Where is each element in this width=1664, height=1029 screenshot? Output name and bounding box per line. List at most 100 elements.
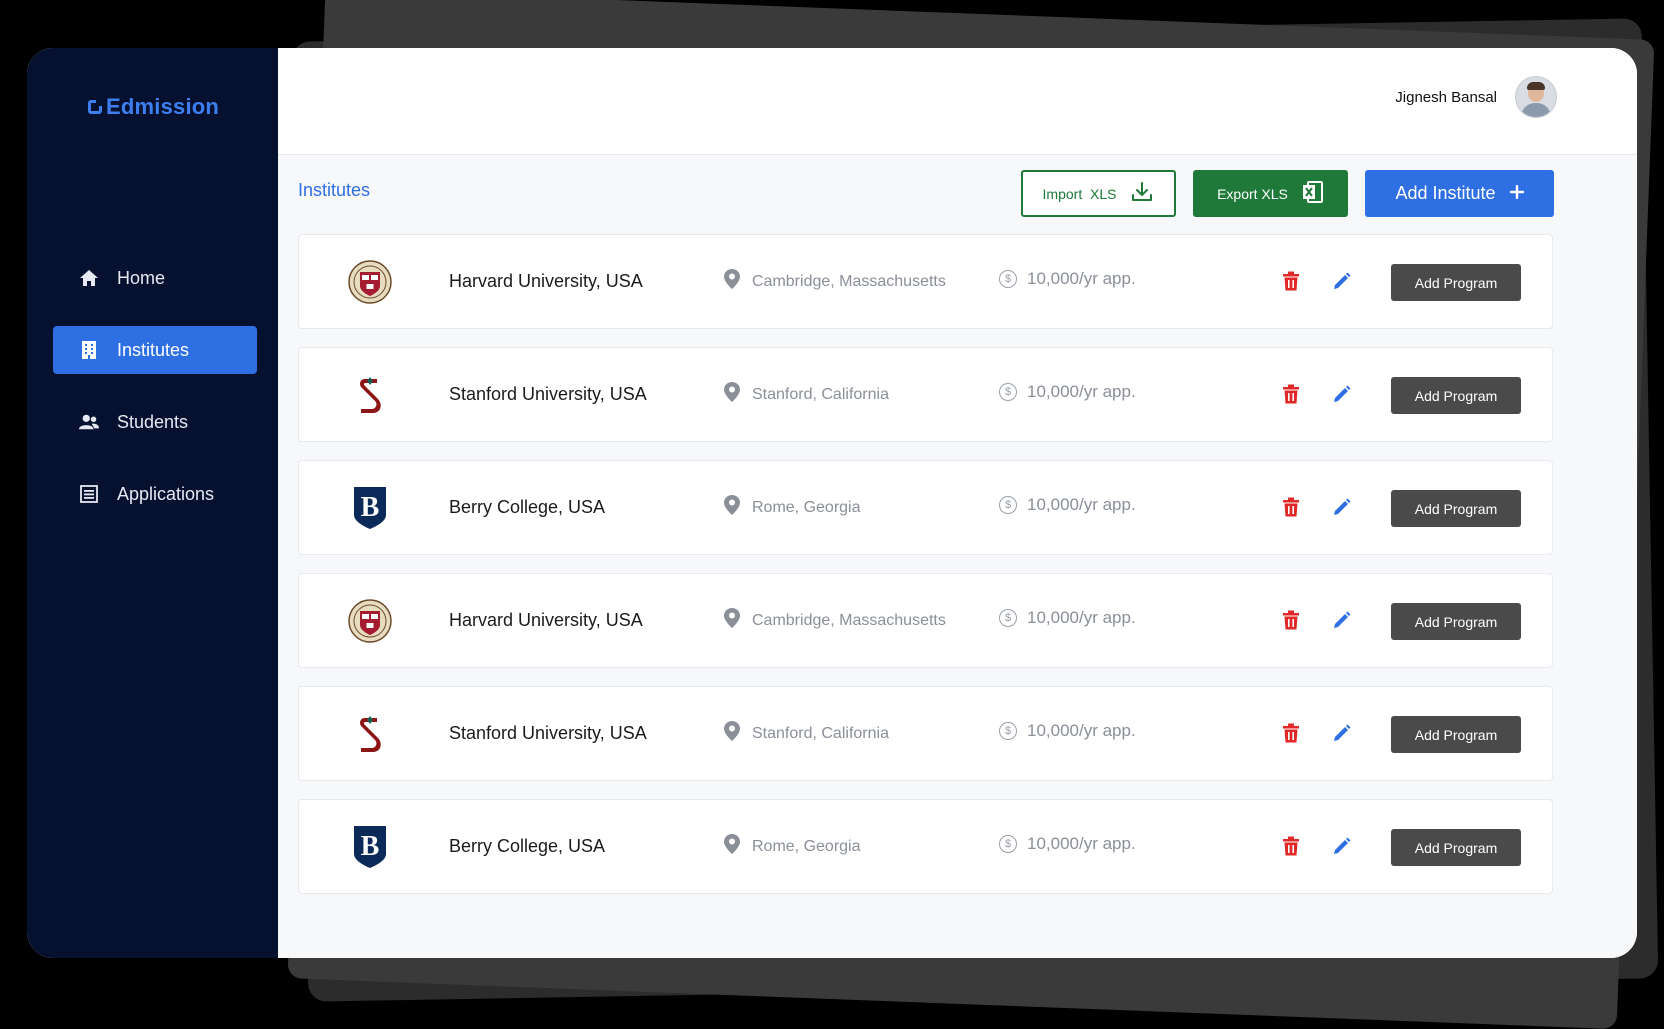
fee-text: 10,000/yr app. (1027, 834, 1136, 853)
institute-row: Harvard University, USA Cambridge, Massa… (298, 573, 1553, 668)
institute-fee: $ 10,000/yr app. (999, 721, 1136, 741)
fee-text: 10,000/yr app. (1027, 721, 1136, 740)
building-icon (79, 340, 99, 360)
institute-row: B Berry College, USA Rome, Georgia $ 10,… (298, 799, 1553, 894)
delete-icon[interactable] (1282, 271, 1300, 296)
institute-name: Harvard University, USA (449, 610, 643, 630)
add-program-button[interactable]: Add Program (1391, 490, 1521, 527)
sidebar-item-applications[interactable]: Applications (53, 470, 257, 518)
add-institute-button[interactable]: Add Institute (1365, 170, 1554, 217)
delete-icon[interactable] (1282, 723, 1300, 748)
dollar-icon: $ (999, 609, 1017, 627)
location-text: Stanford, California (752, 385, 889, 403)
plus-icon (1509, 183, 1524, 204)
institute-name: Berry College, USA (449, 836, 606, 856)
delete-icon[interactable] (1282, 836, 1300, 861)
dollar-icon: $ (999, 496, 1017, 514)
sidebar-item-label: Institutes (117, 339, 190, 360)
institute-row: B Berry College, USA Rome, Georgia $ 10,… (298, 460, 1553, 555)
berry-logo: B (347, 824, 393, 870)
svg-text:B: B (361, 831, 380, 862)
institute-fee: $ 10,000/yr app. (999, 834, 1136, 854)
fee-text: 10,000/yr app. (1027, 382, 1136, 401)
location-text: Stanford, California (752, 724, 889, 742)
location-pin-icon (724, 721, 740, 746)
add-program-button[interactable]: Add Program (1391, 603, 1521, 640)
user-menu[interactable]: Jignesh Bansal (1395, 76, 1557, 118)
institute-location: Rome, Georgia (724, 495, 861, 520)
download-icon (1130, 180, 1154, 207)
stanford-logo (347, 711, 393, 757)
edit-icon[interactable] (1332, 836, 1352, 861)
sidebar-item-institutes[interactable]: Institutes (53, 326, 257, 374)
sidebar-item-students[interactable]: Students (53, 398, 257, 446)
location-pin-icon (724, 608, 740, 633)
sidebar: Edmission Home Institutes Students Appli… (27, 48, 278, 958)
fee-text: 10,000/yr app. (1027, 608, 1136, 627)
institute-location: Cambridge, Massachusetts (724, 269, 946, 294)
sidebar-item-label: Applications (117, 483, 215, 504)
user-name: Jignesh Bansal (1395, 88, 1497, 106)
delete-icon[interactable] (1282, 497, 1300, 522)
sidebar-item-label: Students (117, 411, 189, 432)
harvard-logo (347, 598, 393, 644)
list-icon (79, 484, 99, 504)
edit-icon[interactable] (1332, 610, 1352, 635)
avatar[interactable] (1515, 76, 1557, 118)
sidebar-item-label: Home (117, 267, 166, 288)
institute-fee: $ 10,000/yr app. (999, 382, 1136, 402)
berry-logo: B (347, 485, 393, 531)
institute-location: Cambridge, Massachusetts (724, 608, 946, 633)
institute-name: Stanford University, USA (449, 723, 647, 743)
delete-icon[interactable] (1282, 610, 1300, 635)
edit-icon[interactable] (1332, 723, 1352, 748)
institute-location: Stanford, California (724, 382, 889, 407)
stanford-logo (347, 372, 393, 418)
add-program-button[interactable]: Add Program (1391, 264, 1521, 301)
export-xls-label: Export XLS (1217, 185, 1288, 202)
dollar-icon: $ (999, 835, 1017, 853)
toolbar: Import XLS Export XLS Add Institute (1021, 170, 1554, 217)
location-pin-icon (724, 834, 740, 859)
institute-list: Harvard University, USA Cambridge, Massa… (298, 234, 1553, 912)
edit-icon[interactable] (1332, 271, 1352, 296)
dollar-icon: $ (999, 383, 1017, 401)
location-text: Rome, Georgia (752, 498, 861, 516)
add-program-button[interactable]: Add Program (1391, 377, 1521, 414)
users-icon (79, 412, 99, 432)
dollar-icon: $ (999, 270, 1017, 288)
add-institute-label: Add Institute (1395, 183, 1496, 203)
location-text: Cambridge, Massachusetts (752, 272, 946, 290)
location-pin-icon (724, 382, 740, 407)
institute-name: Stanford University, USA (449, 384, 647, 404)
import-xls-label: Import XLS (1042, 185, 1117, 202)
institute-name: Berry College, USA (449, 497, 606, 517)
export-xls-button[interactable]: Export XLS (1193, 170, 1348, 217)
institute-row: Harvard University, USA Cambridge, Massa… (298, 234, 1553, 329)
app-window: Edmission Home Institutes Students Appli… (27, 48, 1637, 958)
delete-icon[interactable] (1282, 384, 1300, 409)
location-text: Rome, Georgia (752, 837, 861, 855)
home-icon (79, 268, 99, 288)
app-name: Edmission (106, 94, 220, 119)
dollar-icon: $ (999, 722, 1017, 740)
app-logo[interactable]: Edmission (88, 94, 219, 120)
import-xls-button[interactable]: Import XLS (1021, 170, 1176, 217)
edit-icon[interactable] (1332, 497, 1352, 522)
excel-icon (1302, 180, 1324, 207)
institute-name: Harvard University, USA (449, 271, 643, 291)
edit-icon[interactable] (1332, 384, 1352, 409)
svg-text:B: B (361, 492, 380, 523)
institute-fee: $ 10,000/yr app. (999, 269, 1136, 289)
institute-location: Stanford, California (724, 721, 889, 746)
location-text: Cambridge, Massachusetts (752, 611, 946, 629)
institute-fee: $ 10,000/yr app. (999, 608, 1136, 628)
sidebar-item-home[interactable]: Home (53, 254, 257, 302)
add-program-button[interactable]: Add Program (1391, 829, 1521, 866)
institute-location: Rome, Georgia (724, 834, 861, 859)
fee-text: 10,000/yr app. (1027, 269, 1136, 288)
page-title: Institutes (298, 180, 371, 200)
location-pin-icon (724, 269, 740, 294)
add-program-button[interactable]: Add Program (1391, 716, 1521, 753)
location-pin-icon (724, 495, 740, 520)
